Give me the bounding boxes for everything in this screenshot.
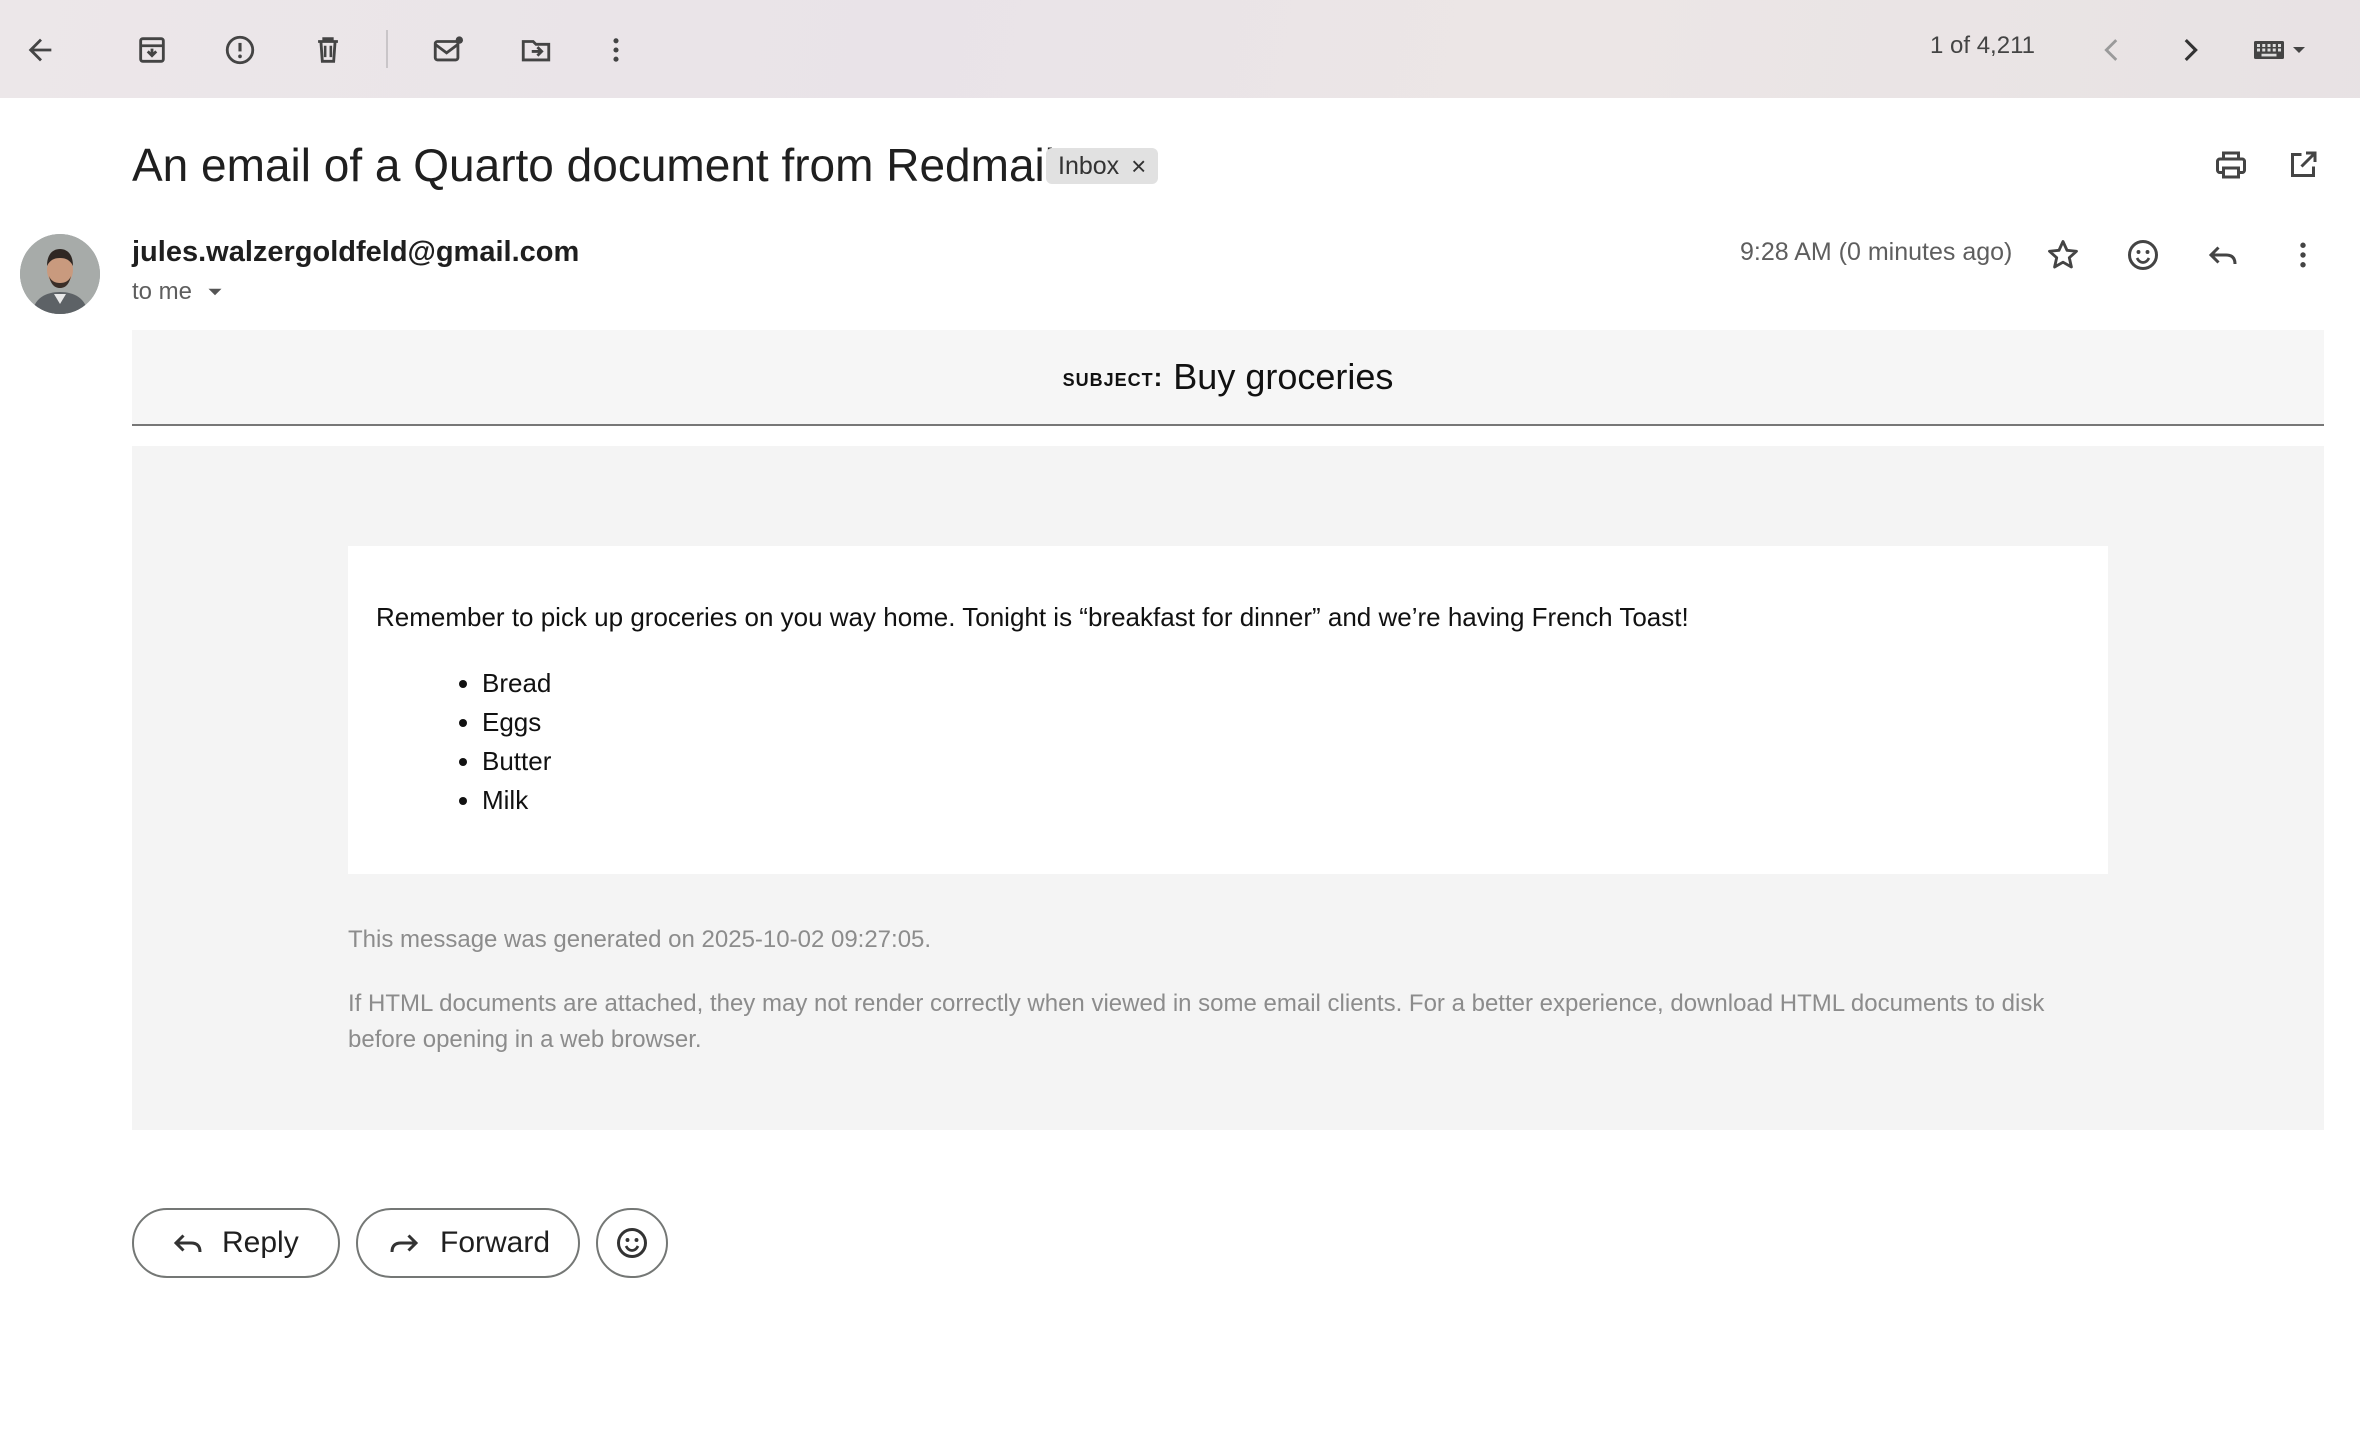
email-title: An email of a Quarto document from Redma… [132,139,1055,191]
print-button[interactable] [2206,140,2256,190]
forward-button[interactable]: Forward [356,1208,580,1278]
emoji-icon [617,1228,647,1258]
recipient-text: to me [132,278,193,305]
input-tools-button[interactable] [2246,26,2316,74]
back-button[interactable] [16,26,64,74]
subject-label: subject: [1062,361,1164,392]
attachment-note: If HTML documents are attached, they may… [348,990,2045,1053]
more-vert-icon [613,38,619,62]
sender-avatar [20,234,100,314]
forward-icon [390,1234,419,1253]
move-to-button[interactable] [512,26,560,74]
caret-down-icon [208,288,222,296]
label-chip: Inbox × [1046,148,1159,184]
arrow-left-icon [28,38,52,62]
move-to-icon [521,40,551,62]
print-icon [2216,151,2246,179]
grocery-list: Bread Eggs Butter Milk [456,664,551,820]
open-in-new-window-button[interactable] [2278,140,2328,190]
keyboard-icon [2254,41,2284,59]
chevron-left-icon [2104,39,2118,61]
remove-label-button[interactable]: × [1131,151,1146,182]
chevron-right-icon [2184,38,2198,62]
generated-note: This message was generated on 2025-10-02… [348,926,932,953]
report-spam-icon [225,35,255,65]
avatar-image [20,234,100,314]
add-reaction-button[interactable] [2118,230,2168,280]
report-spam-button[interactable] [216,26,264,74]
message-more-button[interactable] [2278,230,2328,280]
open-in-new-icon [2291,151,2317,177]
reply-icon [2208,246,2237,265]
caret-down-icon [2293,47,2305,53]
list-item: Eggs [482,703,551,742]
toolbar-divider [386,30,388,68]
more-options-button[interactable] [592,26,640,74]
reply-button[interactable]: Reply [132,1208,340,1278]
subject-header: subject: Buy groceries [132,330,2324,426]
sender-email: jules.walzergoldfeld@gmail.com [132,236,580,268]
archive-icon [139,37,165,63]
emoji-reaction-button[interactable] [596,1208,668,1278]
sent-time: 9:28 AM (0 minutes ago) [1740,238,2013,266]
reply-icon [173,1234,202,1253]
reply-button-label: Reply [222,1226,299,1259]
trash-icon [318,37,338,63]
forward-button-label: Forward [440,1226,551,1259]
list-item: Milk [482,781,551,820]
list-item: Bread [482,664,551,703]
star-icon [2048,240,2078,269]
label-chip-text: Inbox [1058,151,1120,180]
older-button[interactable] [2166,26,2214,74]
email-body: Remember to pick up groceries on you way… [132,446,2324,1130]
subject-text: Buy groceries [1173,356,1394,397]
star-button[interactable] [2038,230,2088,280]
mark-unread-button[interactable] [424,26,472,74]
reply-icon-button[interactable] [2198,230,2248,280]
emoji-icon [2128,240,2158,270]
more-vert-icon [2300,242,2306,268]
delete-button[interactable] [304,26,352,74]
archive-button[interactable] [128,26,176,74]
mark-unread-icon [433,36,464,62]
message-paragraph: Remember to pick up groceries on you way… [376,602,1689,632]
recipient-details-toggle[interactable]: to me [132,278,228,306]
email-view: An email of a Quarto document from Redma… [0,98,2360,1430]
pager-count: 1 of 4,211 [1930,32,2035,59]
message-card: Remember to pick up groceries on you way… [348,546,2108,874]
list-item: Butter [482,742,551,781]
newer-button[interactable] [2088,26,2136,74]
toolbar: 1 of 4,211 [0,0,2360,98]
